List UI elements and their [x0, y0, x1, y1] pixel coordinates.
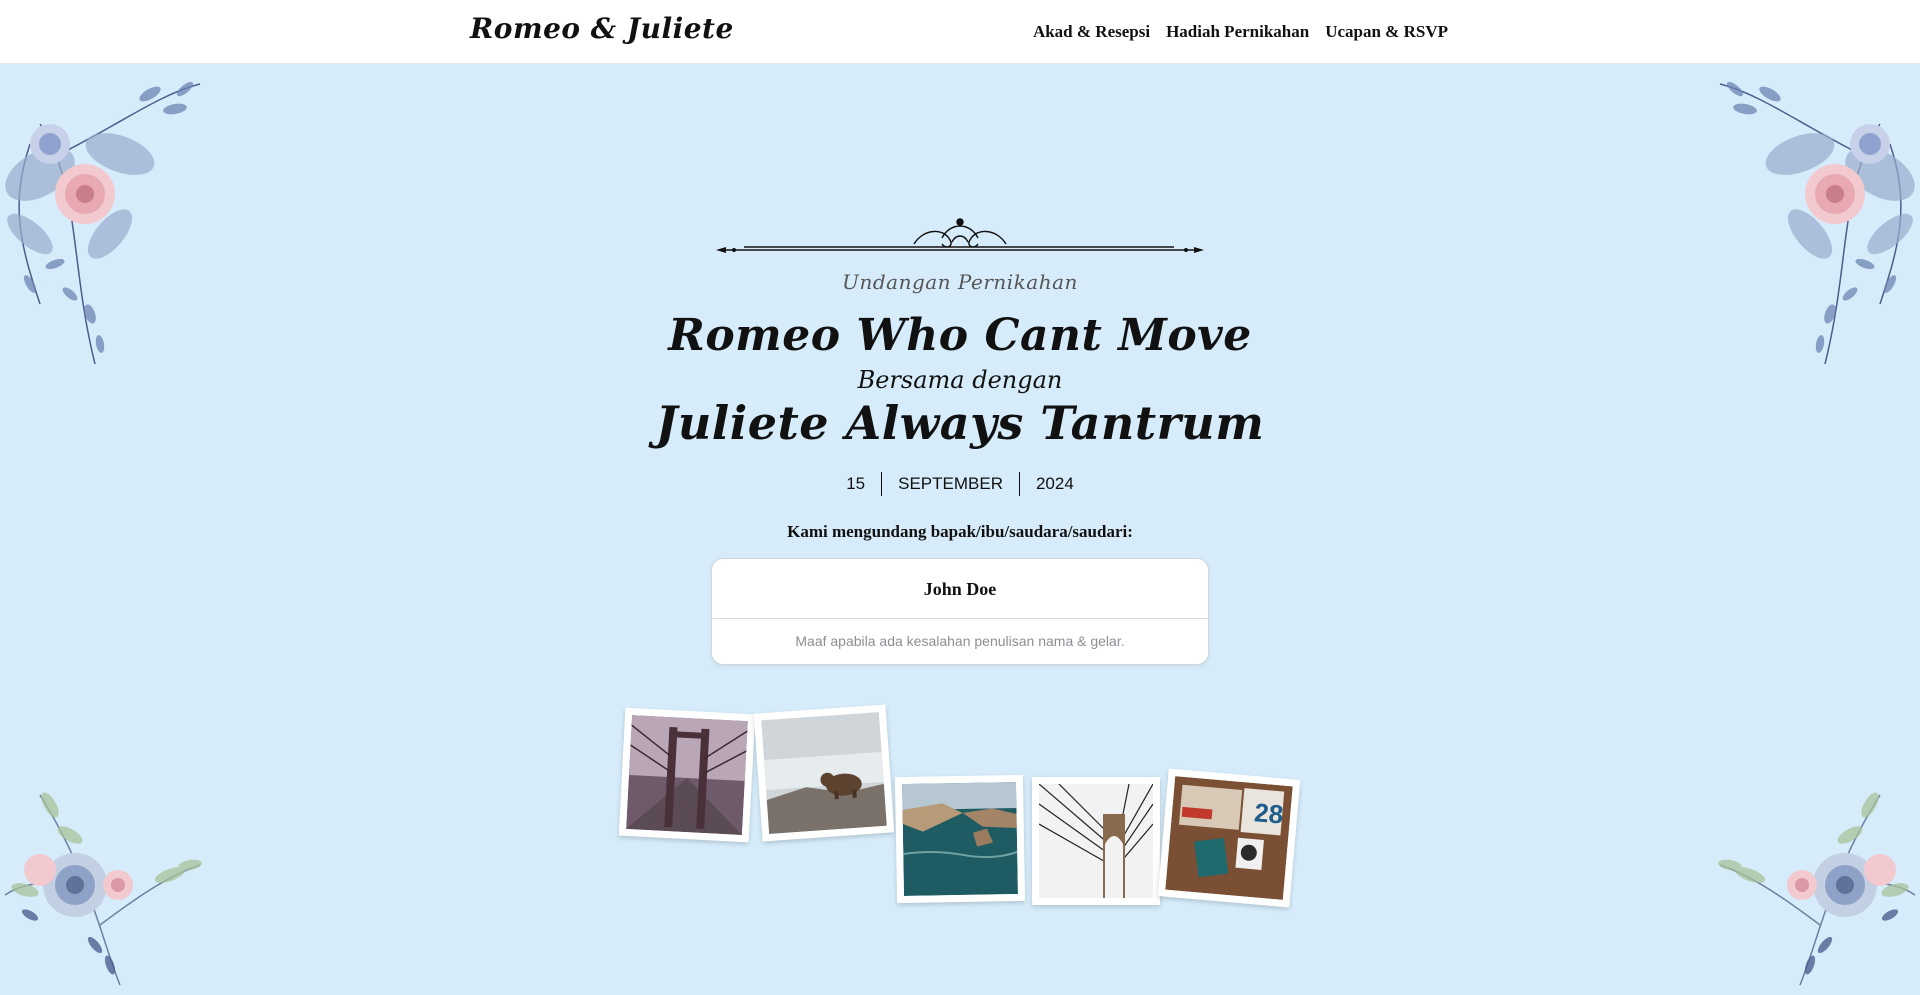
invitation-subtitle: Undangan Pernikahan: [842, 270, 1078, 294]
ornament-divider: [716, 218, 1204, 253]
date-year: 2024: [1035, 474, 1074, 493]
top-navbar: Romeo & Juliete Akad & Resepsi Hadiah Pe…: [0, 0, 1920, 64]
floral-corner-bottom-right: [1718, 792, 1916, 986]
nav-link-ucapan-rsvp[interactable]: Ucapan & RSVP: [1325, 22, 1448, 42]
floral-corner-bottom-left: [4, 792, 202, 986]
date-month: SEPTEMBER: [898, 474, 1003, 493]
desk-photo[interactable]: 28: [1157, 768, 1301, 908]
guest-note: Maaf apabila ada kesalahan penulisan nam…: [795, 633, 1125, 649]
nav-link-akad-resepsi[interactable]: Akad & Resepsi: [1033, 22, 1150, 42]
coastline-photo[interactable]: [894, 774, 1026, 904]
with-text: Bersama dengan: [857, 366, 1063, 394]
guest-name: John Doe: [712, 559, 1208, 619]
guest-card: John Doe Maaf apabila ada kesalahan penu…: [711, 558, 1209, 665]
bridge-cables-photo[interactable]: [1032, 777, 1160, 905]
date-day: 15: [846, 474, 866, 493]
bridge-photo[interactable]: [618, 707, 756, 843]
nav-menu: Akad & Resepsi Hadiah Pernikahan Ucapan …: [1033, 22, 1448, 42]
bride-name: Juliete Always Tantrum: [655, 396, 1265, 450]
wedding-date: 15 SEPTEMBER 2024: [0, 472, 1920, 496]
bear-photo[interactable]: [753, 704, 895, 842]
groom-name: Romeo Who Cant Move: [668, 310, 1252, 361]
brand-logo[interactable]: Romeo & Juliete: [470, 12, 734, 45]
svg-text:28: 28: [1253, 797, 1284, 829]
nav-link-hadiah-pernikahan[interactable]: Hadiah Pernikahan: [1166, 22, 1309, 42]
invite-text: Kami mengundang bapak/ibu/saudara/saudar…: [787, 522, 1133, 541]
hero-section: Undangan Pernikahan Romeo Who Cant Move …: [0, 64, 1920, 995]
